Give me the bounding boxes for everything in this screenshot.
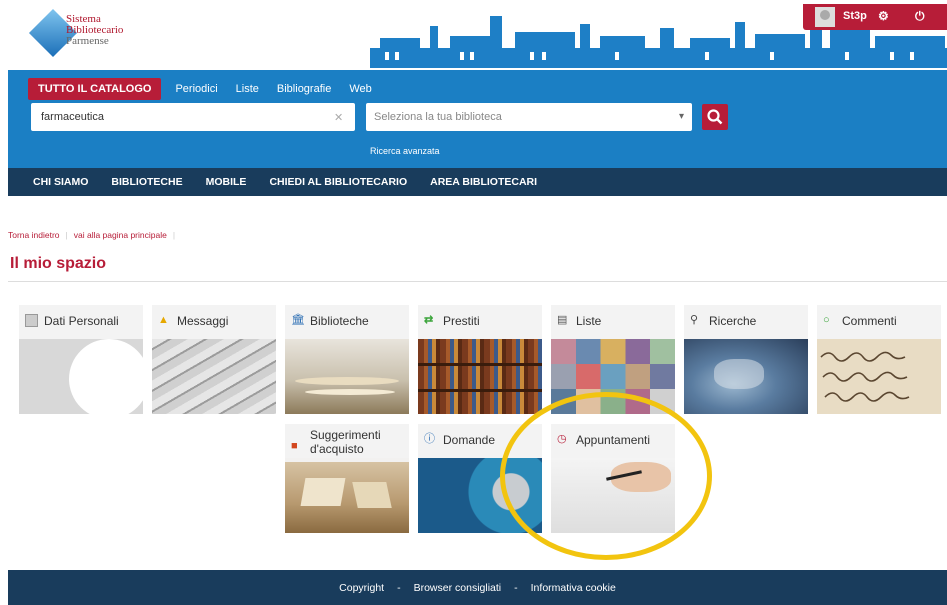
back-link[interactable]: Torna indietro	[8, 230, 60, 240]
chevron-down-icon: ▾	[678, 111, 684, 122]
divider	[8, 281, 947, 282]
tab-bibliografie[interactable]: Bibliografie	[277, 83, 331, 95]
footer-browser-link[interactable]: Browser consigliati	[414, 582, 502, 594]
catalog-tabs: TUTTO IL CATALOGO Periodici Liste Biblio…	[28, 78, 390, 100]
site-logo[interactable]: Sistema Bibliotecario Parmense	[28, 8, 176, 58]
logo-line-3: Parmense	[66, 35, 109, 47]
tile-label: Ricerche	[709, 314, 757, 328]
clock-icon: ◷	[557, 433, 567, 445]
exchange-icon: ⇄	[424, 314, 434, 326]
list-icon: ▤	[557, 314, 568, 326]
footer-copyright-link[interactable]: Copyright	[339, 582, 384, 594]
footer-cookie-link[interactable]: Informativa cookie	[531, 582, 616, 594]
main-nav: CHI SIAMO BIBLIOTECHE MOBILE CHIEDI AL B…	[8, 168, 947, 196]
library-icon: 🏛	[291, 314, 305, 326]
tab-web[interactable]: Web	[349, 83, 371, 95]
question-icon: ⓘ	[424, 433, 435, 445]
gift-icon: ■	[291, 440, 298, 452]
tile-liste[interactable]: ▤ Liste	[551, 305, 675, 414]
comment-icon: ○	[823, 314, 830, 326]
tile-ricerche[interactable]: ⚲ Ricerche	[684, 305, 808, 414]
tile-label: Dati Personali	[44, 314, 119, 328]
nav-area-bibliotecari[interactable]: AREA BIBLIOTECARI	[430, 176, 537, 188]
tile-domande[interactable]: ⓘ Domande	[418, 424, 542, 533]
tile-label: Biblioteche	[310, 314, 369, 328]
nav-chi-siamo[interactable]: CHI SIAMO	[33, 176, 88, 188]
tab-tutto-il-catalogo[interactable]: TUTTO IL CATALOGO	[28, 78, 162, 100]
site-header: Sistema Bibliotecario Parmense St3p ⚙ ⏻	[0, 0, 947, 70]
tile-appuntamenti[interactable]: ◷ Appuntamenti	[551, 424, 675, 533]
settings-icon[interactable]: ⚙	[878, 9, 889, 23]
tile-messaggi[interactable]: ▲ Messaggi	[152, 305, 276, 414]
breadcrumb: Torna indietro | vai alla pagina principal…	[8, 230, 176, 240]
search-icon: ⚲	[690, 314, 699, 326]
search-input[interactable]	[31, 103, 355, 131]
library-select-placeholder: Seleziona la tua biblioteca	[374, 111, 502, 123]
username[interactable]: St3p	[843, 10, 867, 22]
tile-dati-personali[interactable]: Dati Personali	[19, 305, 143, 414]
tile-label: Domande	[443, 433, 496, 447]
user-icon	[25, 314, 38, 327]
search-icon	[707, 109, 723, 125]
user-bar: St3p ⚙ ⏻	[803, 4, 947, 30]
nav-biblioteche[interactable]: BIBLIOTECHE	[111, 176, 182, 188]
site-footer: Copyright - Browser consigliati - Inform…	[8, 570, 947, 605]
tile-suggerimenti-acquisto[interactable]: ■ Suggerimenti d'acquisto	[285, 424, 409, 533]
nav-chiedi-al-bibliotecario[interactable]: CHIEDI AL BIBLIOTECARIO	[269, 176, 407, 188]
tile-label: Prestiti	[443, 314, 480, 328]
tile-label: Appuntamenti	[576, 433, 651, 447]
tab-liste[interactable]: Liste	[236, 83, 259, 95]
tile-label: Suggerimenti d'acquisto	[310, 428, 381, 456]
tile-biblioteche[interactable]: 🏛 Biblioteche	[285, 305, 409, 414]
library-select[interactable]: Seleziona la tua biblioteca ▾	[366, 103, 692, 131]
tile-label: Messaggi	[177, 314, 229, 328]
clear-search-icon[interactable]: ✕	[334, 111, 343, 124]
advanced-search-link[interactable]: Ricerca avanzata	[370, 146, 440, 156]
home-link[interactable]: vai alla pagina principale	[74, 230, 167, 240]
tile-commenti[interactable]: ○ Commenti	[817, 305, 941, 414]
page-title: Il mio spazio	[10, 255, 107, 272]
bell-icon: ▲	[158, 314, 169, 326]
handwriting-image	[820, 351, 910, 402]
tile-label: Commenti	[842, 314, 897, 328]
catalog-search-area: TUTTO IL CATALOGO Periodici Liste Biblio…	[8, 70, 947, 168]
logout-icon[interactable]: ⏻	[915, 9, 925, 24]
avatar[interactable]	[815, 7, 835, 27]
tile-prestiti[interactable]: ⇄ Prestiti	[418, 305, 542, 414]
search-button[interactable]	[702, 104, 728, 130]
nav-mobile[interactable]: MOBILE	[206, 176, 247, 188]
tile-label: Liste	[576, 314, 602, 328]
tab-periodici[interactable]: Periodici	[175, 83, 217, 95]
